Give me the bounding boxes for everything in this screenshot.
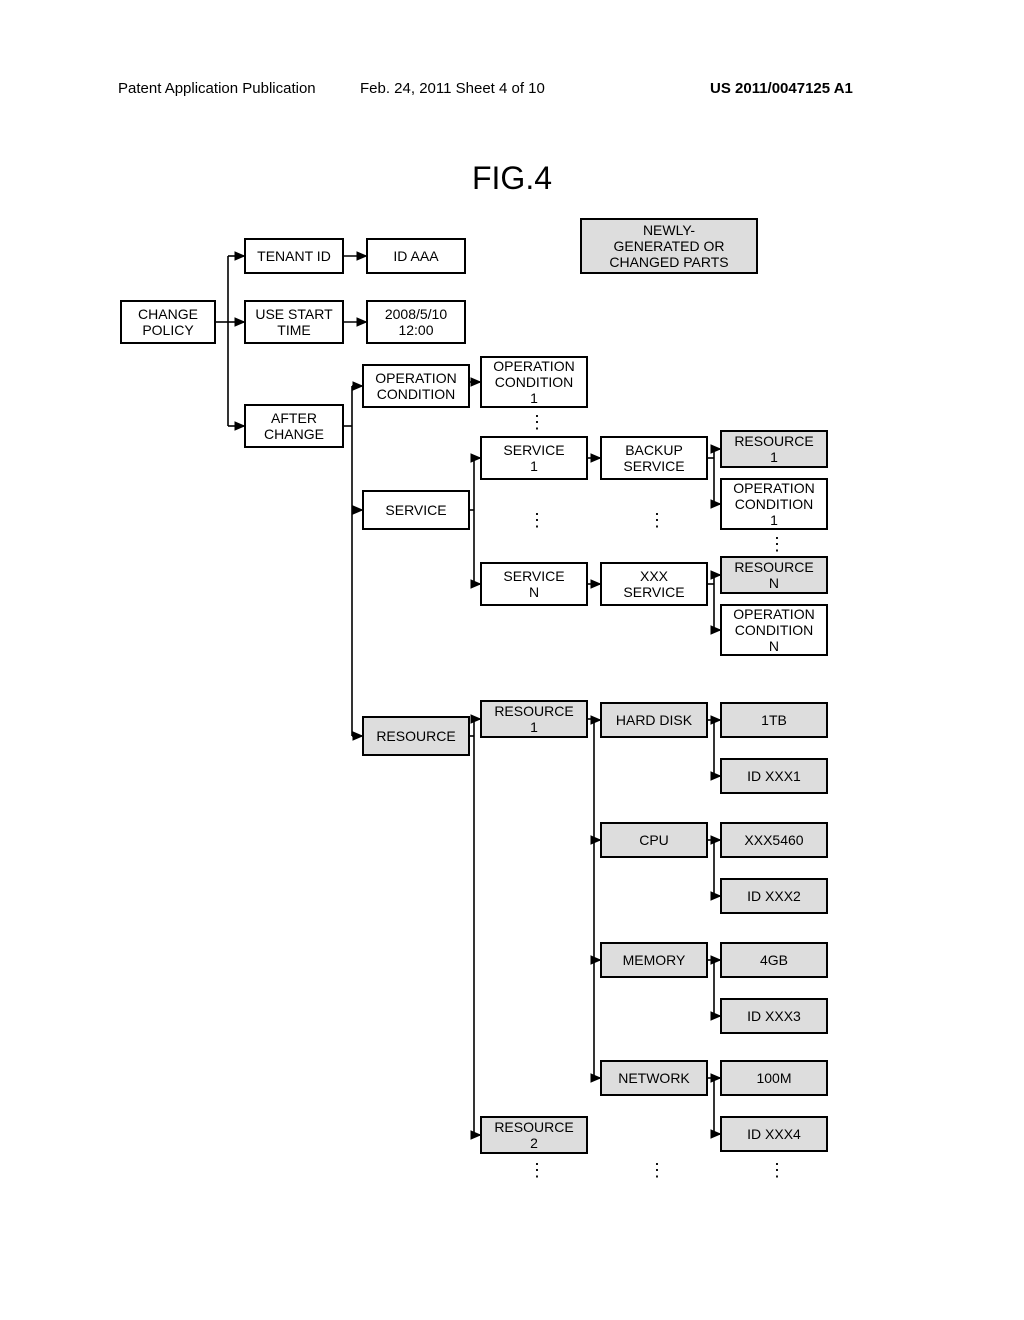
memory-id-box: ID XXX3 — [720, 998, 828, 1034]
figure-title: FIG.4 — [0, 160, 1024, 197]
network-id-box: ID XXX4 — [720, 1116, 828, 1152]
memory-box: MEMORY — [600, 942, 708, 978]
vdots-bottom-1: ⋮ — [528, 1160, 548, 1181]
resource-box: RESOURCE — [362, 716, 470, 756]
vdots-bottom-3: ⋮ — [768, 1160, 788, 1181]
use-start-value-box: 2008/5/10 12:00 — [366, 300, 466, 344]
header-mid: Feb. 24, 2011 Sheet 4 of 10 — [360, 80, 545, 97]
change-policy-box: CHANGE POLICY — [120, 300, 216, 344]
cpu-val-box: XXX5460 — [720, 822, 828, 858]
xxx-service-box: XXX SERVICE — [600, 562, 708, 606]
service-n-box: SERVICE N — [480, 562, 588, 606]
network-val-box: 100M — [720, 1060, 828, 1096]
resource-1-small-box: RESOURCE 1 — [720, 430, 828, 468]
tenant-id-value-box: ID AAA — [366, 238, 466, 274]
vdots-bottom-2: ⋮ — [648, 1160, 668, 1181]
vdots-opcond: ⋮ — [528, 412, 548, 433]
op-cond-box: OPERATION CONDITION — [362, 364, 470, 408]
hard-disk-box: HARD DISK — [600, 702, 708, 738]
backup-service-box: BACKUP SERVICE — [600, 436, 708, 480]
vdots-service-col1: ⋮ — [528, 510, 548, 531]
tenant-id-label-box: TENANT ID — [244, 238, 344, 274]
header-left: Patent Application Publication — [118, 80, 316, 97]
resource-n-small-box: RESOURCE N — [720, 556, 828, 594]
hard-disk-id-box: ID XXX1 — [720, 758, 828, 794]
op-cond-1b-box: OPERATION CONDITION 1 — [720, 478, 828, 530]
op-cond-1-box: OPERATION CONDITION 1 — [480, 356, 588, 408]
use-start-label-box: USE START TIME — [244, 300, 344, 344]
op-cond-n-box: OPERATION CONDITION N — [720, 604, 828, 656]
network-box: NETWORK — [600, 1060, 708, 1096]
cpu-id-box: ID XXX2 — [720, 878, 828, 914]
resource-1-box: RESOURCE 1 — [480, 700, 588, 738]
vdots-service-col2: ⋮ — [648, 510, 668, 531]
page-header: Patent Application Publication Feb. 24, … — [0, 80, 1024, 104]
cpu-box: CPU — [600, 822, 708, 858]
hard-disk-val-box: 1TB — [720, 702, 828, 738]
resource-2-box: RESOURCE 2 — [480, 1116, 588, 1154]
service-1-box: SERVICE 1 — [480, 436, 588, 480]
legend-box: NEWLY- GENERATED OR CHANGED PARTS — [580, 218, 758, 274]
memory-val-box: 4GB — [720, 942, 828, 978]
vdots-opcond1b: ⋮ — [768, 534, 788, 555]
service-box: SERVICE — [362, 490, 470, 530]
header-right: US 2011/0047125 A1 — [710, 80, 853, 97]
after-change-box: AFTER CHANGE — [244, 404, 344, 448]
